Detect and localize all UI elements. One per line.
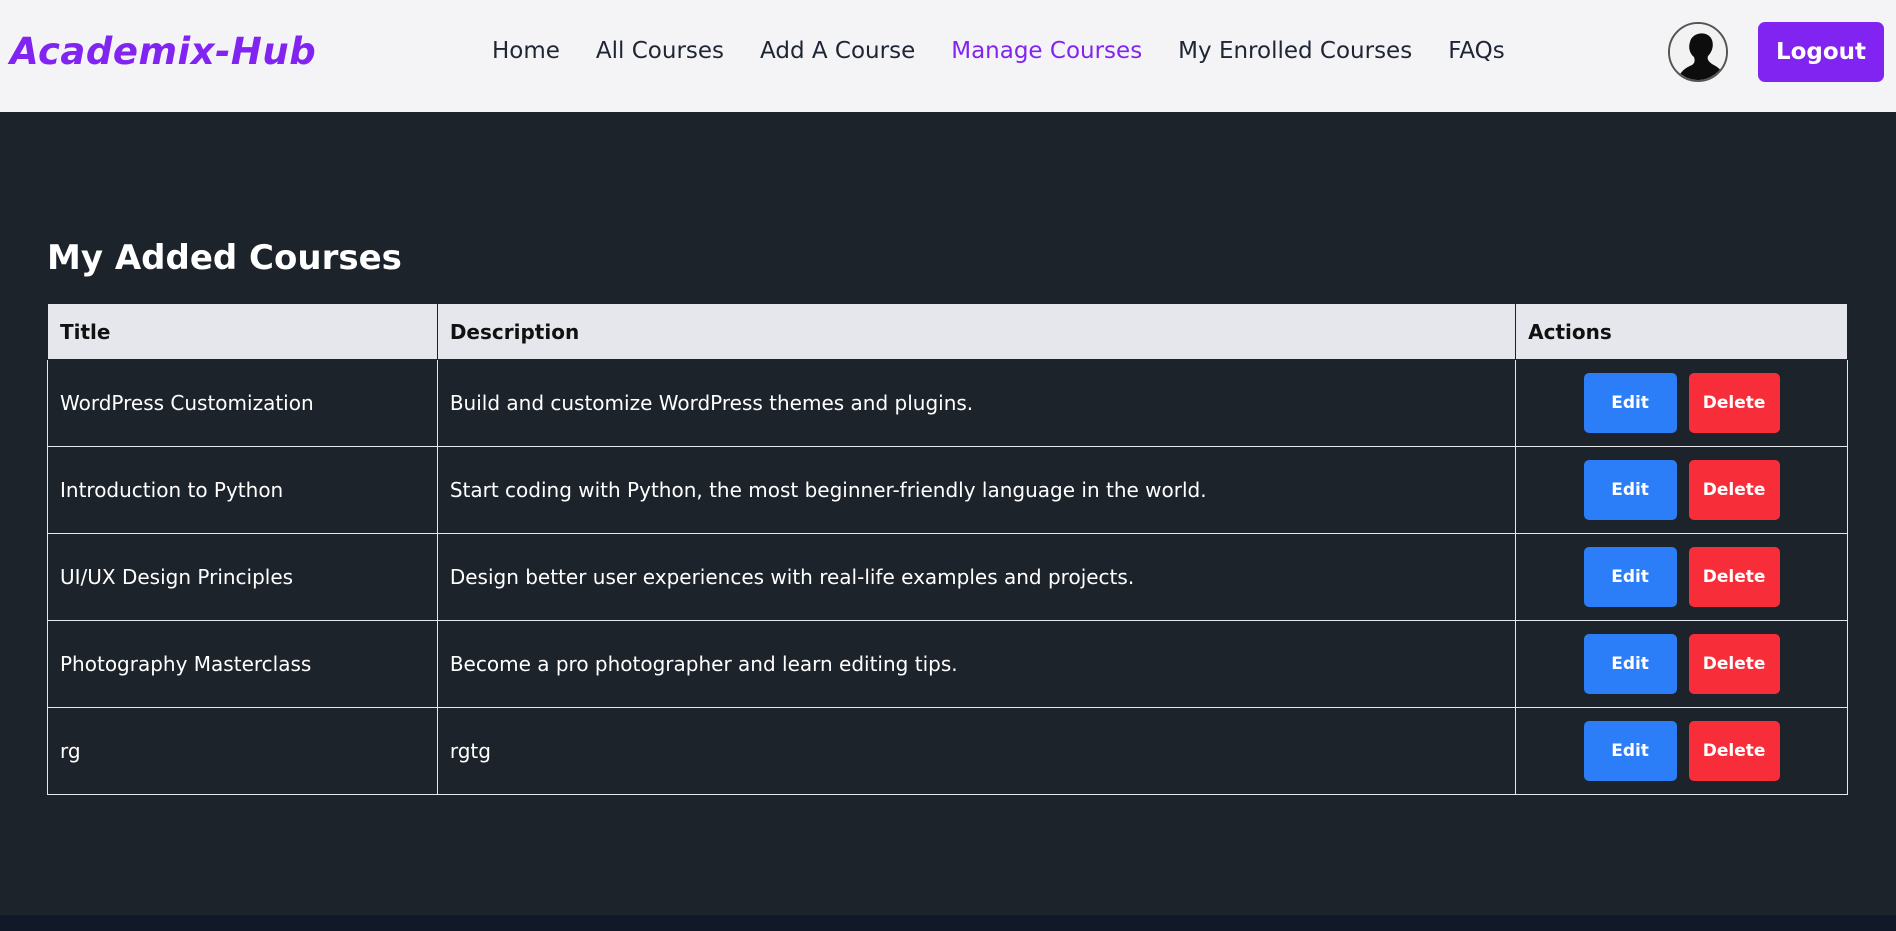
table-row: Photography Masterclass Become a pro pho… — [47, 620, 1848, 708]
table-header-row: Title Description Actions — [47, 303, 1848, 360]
footer — [0, 915, 1896, 931]
delete-button[interactable]: Delete — [1688, 634, 1780, 694]
nav-links: Home All Courses Add A Course Manage Cou… — [492, 38, 1505, 64]
table-row: rg rgtg Edit Delete — [47, 707, 1848, 795]
delete-button[interactable]: Delete — [1688, 460, 1780, 520]
delete-button[interactable]: Delete — [1688, 721, 1780, 781]
delete-button[interactable]: Delete — [1688, 373, 1780, 433]
table-row: Introduction to Python Start coding with… — [47, 446, 1848, 534]
site-logo[interactable]: Academix-Hub — [10, 30, 316, 73]
edit-button[interactable]: Edit — [1583, 634, 1677, 694]
row-actions: Edit Delete — [1515, 359, 1848, 447]
nav-link-home[interactable]: Home — [492, 38, 560, 64]
nav-link-add-course[interactable]: Add A Course — [760, 38, 915, 64]
navbar: Academix-Hub Home All Courses Add A Cour… — [0, 0, 1896, 112]
edit-button[interactable]: Edit — [1583, 547, 1677, 607]
table-row: UI/UX Design Principles Design better us… — [47, 533, 1848, 621]
course-title: Introduction to Python — [47, 446, 438, 534]
nav-link-my-enrolled-courses[interactable]: My Enrolled Courses — [1178, 38, 1412, 64]
edit-button[interactable]: Edit — [1583, 721, 1677, 781]
row-actions: Edit Delete — [1515, 707, 1848, 795]
delete-button[interactable]: Delete — [1688, 547, 1780, 607]
nav-link-faqs[interactable]: FAQs — [1448, 38, 1505, 64]
user-avatar[interactable] — [1668, 22, 1728, 82]
user-silhouette-icon — [1670, 24, 1726, 80]
course-description: Start coding with Python, the most begin… — [436, 446, 1517, 534]
header-actions: Actions — [1515, 303, 1848, 360]
course-title: Photography Masterclass — [47, 620, 438, 708]
page-title: My Added Courses — [47, 238, 402, 278]
edit-button[interactable]: Edit — [1583, 460, 1677, 520]
course-description: Become a pro photographer and learn edit… — [436, 620, 1517, 708]
course-description: Design better user experiences with real… — [436, 533, 1517, 621]
header-title: Title — [47, 303, 438, 360]
table-row: WordPress Customization Build and custom… — [47, 359, 1848, 447]
course-description: Build and customize WordPress themes and… — [436, 359, 1517, 447]
courses-table: Title Description Actions WordPress Cust… — [47, 303, 1848, 795]
nav-link-all-courses[interactable]: All Courses — [596, 38, 724, 64]
course-title: UI/UX Design Principles — [47, 533, 438, 621]
edit-button[interactable]: Edit — [1583, 373, 1677, 433]
course-title: rg — [47, 707, 438, 795]
header-description: Description — [436, 303, 1517, 360]
nav-link-manage-courses[interactable]: Manage Courses — [951, 38, 1142, 64]
course-description: rgtg — [436, 707, 1517, 795]
row-actions: Edit Delete — [1515, 446, 1848, 534]
row-actions: Edit Delete — [1515, 620, 1848, 708]
logout-button[interactable]: Logout — [1758, 22, 1884, 82]
row-actions: Edit Delete — [1515, 533, 1848, 621]
course-title: WordPress Customization — [47, 359, 438, 447]
